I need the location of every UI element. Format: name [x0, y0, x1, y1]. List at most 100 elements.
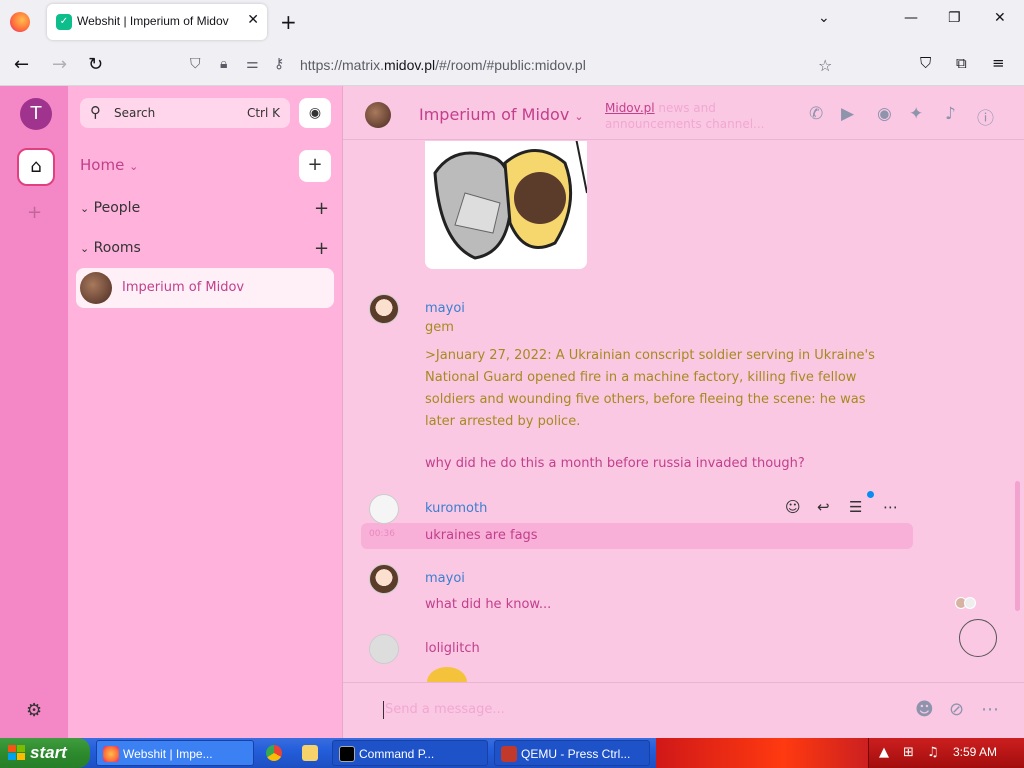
search-icon: ⚲ [90, 103, 101, 121]
lock-icon[interactable]: 🔒︎ [220, 56, 227, 72]
emoji-icon[interactable]: ☻ [915, 699, 934, 720]
bookmark-star-icon[interactable]: ☆ [818, 56, 832, 75]
taskbar-item-qemu[interactable]: QEMU - Press Ctrl... [494, 740, 650, 766]
shield-icon[interactable]: ⛉ [190, 56, 201, 72]
tray-expand-icon[interactable]: ▲ [879, 745, 889, 760]
back-button[interactable]: ← [14, 54, 29, 75]
sender-avatar[interactable] [369, 494, 399, 524]
pinned-icon[interactable]: ✦ [909, 104, 923, 124]
search-button[interactable]: ⚲ Search Ctrl K [80, 98, 290, 128]
firefox-logo-icon[interactable] [10, 12, 30, 32]
message-composer: Send a message... ☻ ⊘ ⋯ [343, 682, 1024, 738]
sender-avatar[interactable] [369, 564, 399, 594]
home-space-button[interactable]: ⌂ [17, 148, 55, 186]
chrome-icon [266, 745, 282, 761]
taskbar-explorer[interactable] [298, 740, 322, 766]
extensions-icon[interactable]: ⧉ [956, 54, 967, 72]
message-body: gem [425, 320, 454, 335]
section-rooms[interactable]: ⌄ Rooms [80, 240, 141, 256]
list-all-tabs-icon[interactable]: ⌄ [818, 10, 830, 26]
volume-icon[interactable]: ♫ [927, 745, 939, 760]
reload-button[interactable]: ↻ [88, 54, 103, 75]
home-header[interactable]: Home ⌄ [80, 156, 138, 174]
tab-close-icon[interactable]: ✕ [247, 12, 259, 28]
sender-name[interactable]: mayoi [425, 301, 465, 316]
sender-avatar[interactable] [369, 634, 399, 664]
room-header-avatar[interactable] [365, 102, 391, 128]
system-tray: ▲ ⊞ ♫ 3:59 AM [868, 738, 1024, 768]
search-room-icon[interactable]: ◉ [877, 104, 892, 124]
chevron-down-icon: ⌄ [129, 160, 139, 173]
close-window-button[interactable]: ✕ [994, 10, 1006, 26]
sender-name[interactable]: mayoi [425, 571, 465, 586]
room-header: Imperium of Midov ⌄ Midov.pl news and an… [343, 86, 1024, 140]
sender-name[interactable]: loliglitch [425, 641, 480, 656]
room-item-name: Imperium of Midov [122, 280, 245, 295]
windows-flag-icon [8, 745, 25, 760]
windows-taskbar: start Webshit | Impe... Command P... QEM… [0, 738, 1024, 768]
read-receipts[interactable] [955, 597, 979, 611]
room-info-icon[interactable]: ⓘ [977, 104, 994, 129]
create-space-button[interactable]: + [27, 202, 42, 223]
network-icon[interactable]: ⊞ [903, 745, 914, 760]
start-chat-button[interactable]: + [314, 198, 329, 219]
clock[interactable]: 3:59 AM [953, 745, 997, 759]
folder-icon [302, 745, 318, 761]
thread-icon[interactable]: ☰ [849, 498, 862, 516]
image-attachment[interactable] [425, 141, 587, 269]
qemu-icon [501, 746, 517, 762]
home-icon: ⌂ [30, 156, 42, 177]
add-button[interactable]: + [299, 150, 331, 182]
taskbar-item-firefox[interactable]: Webshit | Impe... [96, 740, 254, 766]
options-icon[interactable]: ⋯ [883, 498, 898, 516]
terminal-icon [339, 746, 355, 762]
permissions-icon[interactable]: ⚌ [246, 56, 259, 72]
pocket-icon[interactable]: ⛉ [920, 54, 931, 72]
message-quote: >January 27, 2022: A Ukrainian conscript… [425, 348, 875, 429]
jump-to-bottom-button[interactable] [959, 619, 997, 657]
search-placeholder: Search [114, 106, 156, 120]
settings-gear-icon[interactable]: ⚙ [26, 700, 42, 721]
taskbar-item-command-prompt[interactable]: Command P... [332, 740, 488, 766]
nav-bar: ← → ↻ ⛉ 🔒︎ ⚌ ⚷ https://matrix.midov.pl/#… [0, 44, 1024, 86]
room-list-item[interactable]: Imperium of Midov [76, 268, 334, 308]
taskbar-chrome[interactable] [262, 740, 286, 766]
minimize-button[interactable]: — [904, 10, 918, 26]
key-icon[interactable]: ⚷ [274, 56, 284, 72]
chevron-down-icon: ⌄ [80, 202, 90, 215]
timeline-scrollbar[interactable] [1015, 481, 1020, 611]
forward-button[interactable]: → [52, 54, 67, 75]
video-call-icon[interactable]: ▶ [841, 104, 854, 124]
taskbar-background-art [656, 738, 868, 768]
menu-icon[interactable]: ≡ [992, 54, 1005, 72]
explore-rooms-button[interactable]: ◉ [299, 98, 331, 128]
message-body: ukraines are fags [425, 528, 538, 543]
reply-icon[interactable]: ↩ [817, 498, 830, 516]
message-action-bar: ☺ ↩ ☰ ⋯ [779, 491, 905, 521]
add-room-button[interactable]: + [314, 238, 329, 259]
chevron-down-icon: ⌄ [80, 242, 90, 255]
more-options-icon[interactable]: ⋯ [981, 699, 999, 720]
room-list-panel: ⚲ Search Ctrl K ◉ Home ⌄ + ⌄ People + ⌄ … [68, 86, 342, 738]
url-text[interactable]: https://matrix.midov.pl/#/room/#public:m… [300, 57, 586, 73]
firefox-icon [103, 746, 119, 762]
room-title[interactable]: Imperium of Midov ⌄ [419, 105, 584, 124]
new-tab-button[interactable]: + [280, 10, 297, 34]
url-bar[interactable]: ⛉ 🔒︎ ⚌ ⚷ https://matrix.midov.pl/#/room/… [182, 48, 842, 82]
react-icon[interactable]: ☺ [785, 498, 801, 516]
message-input[interactable]: Send a message... [385, 702, 505, 717]
notifications-bell-icon[interactable]: ♪ [945, 104, 956, 124]
attachment-paperclip-icon[interactable]: ⊘ [949, 699, 964, 720]
user-avatar[interactable]: T [20, 98, 52, 130]
voice-call-icon[interactable]: ✆ [809, 104, 823, 124]
maximize-button[interactable]: ❐ [948, 10, 961, 26]
element-app: T ⌂ + ⚙ ⚲ Search Ctrl K ◉ Home ⌄ + ⌄ Peo… [0, 86, 1024, 738]
browser-tab[interactable]: ✓ Webshit | Imperium of Midov ✕ [47, 4, 267, 40]
room-topic[interactable]: Midov.pl news and announcements channel.… [605, 100, 775, 132]
start-button[interactable]: start [0, 738, 90, 768]
message-timestamp[interactable]: 00:36 [369, 529, 395, 539]
sender-name[interactable]: kuromoth [425, 501, 487, 516]
element-favicon-icon: ✓ [56, 14, 72, 30]
sender-avatar[interactable] [369, 294, 399, 324]
section-people[interactable]: ⌄ People [80, 200, 140, 216]
